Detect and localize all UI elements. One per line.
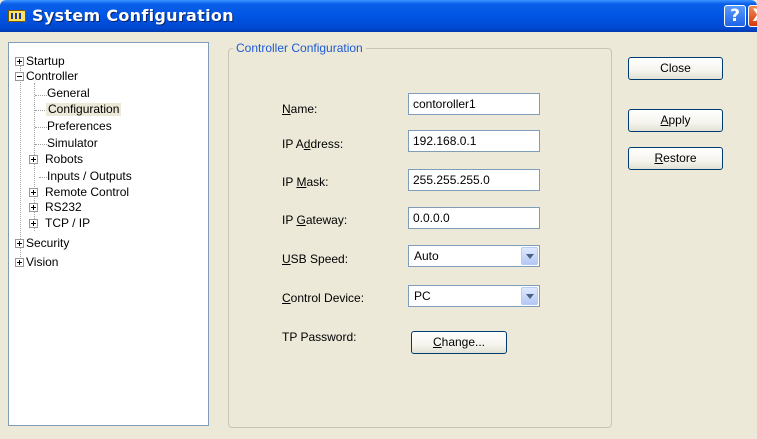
change-password-button[interactable]: Change...	[411, 331, 507, 354]
control-device-label: Control Device:	[282, 291, 365, 305]
tree-item-label: General	[47, 86, 90, 100]
chevron-down-icon[interactable]	[521, 247, 538, 265]
expand-icon[interactable]	[29, 188, 38, 197]
ip-mask-field[interactable]	[408, 169, 540, 191]
chevron-down-icon[interactable]	[521, 287, 538, 305]
help-icon[interactable]: ?	[724, 5, 746, 27]
window-title: System Configuration	[32, 6, 234, 25]
tree-item-label: Inputs / Outputs	[47, 169, 132, 183]
collapse-icon[interactable]	[15, 72, 24, 81]
name-field[interactable]	[408, 93, 540, 115]
ip-mask-label: IP Mask:	[282, 175, 329, 189]
close-icon[interactable]: X	[748, 5, 757, 27]
tree-connector	[35, 127, 47, 128]
expand-icon[interactable]	[15, 239, 24, 248]
tree-item-label: Preferences	[47, 119, 112, 133]
apply-button[interactable]: Apply	[628, 109, 723, 132]
tree-item-label: Robots	[45, 152, 84, 166]
restore-button[interactable]: Restore	[628, 147, 723, 170]
tree-connector	[35, 95, 47, 96]
control-device-value: PC	[414, 289, 431, 303]
expand-icon[interactable]	[29, 155, 38, 164]
tree-item-label: Vision	[26, 255, 59, 269]
ip-gateway-field[interactable]	[408, 207, 540, 229]
name-label: Name:	[282, 102, 318, 116]
usb-speed-label: USB Speed:	[282, 252, 349, 266]
control-device-select[interactable]: PC	[408, 285, 540, 307]
tree-connector	[20, 57, 21, 267]
ip-address-field[interactable]	[408, 130, 540, 152]
ip-gateway-label: IP Gateway:	[282, 213, 348, 227]
group-title: Controller Configuration	[233, 41, 366, 55]
expand-icon[interactable]	[29, 219, 38, 228]
expand-icon[interactable]	[15, 57, 24, 66]
expand-icon[interactable]	[29, 203, 38, 212]
tree-item-label: Remote Control	[45, 185, 130, 199]
usb-speed-value: Auto	[414, 249, 439, 263]
settings-tree[interactable]: Startup Controller General Configuration…	[8, 42, 209, 426]
title-bar[interactable]: System Configuration ? X	[0, 0, 757, 32]
tree-item-label: Configuration	[46, 102, 122, 116]
tree-item-label: RS232	[45, 200, 82, 214]
tree-connector	[39, 177, 47, 178]
expand-icon[interactable]	[15, 258, 24, 267]
tree-item-label: Controller	[26, 69, 79, 83]
tree-item-label: Security	[26, 236, 70, 250]
ip-address-label: IP Address:	[282, 137, 344, 151]
app-icon	[8, 10, 26, 22]
tree-connector	[35, 144, 47, 145]
close-button[interactable]: Close	[628, 57, 723, 80]
tp-password-label: TP Password:	[282, 330, 357, 344]
tree-item-label: TCP / IP	[45, 216, 91, 230]
tree-item-label: Simulator	[47, 136, 98, 150]
usb-speed-select[interactable]: Auto	[408, 245, 540, 267]
tree-item-label: Startup	[26, 54, 65, 68]
